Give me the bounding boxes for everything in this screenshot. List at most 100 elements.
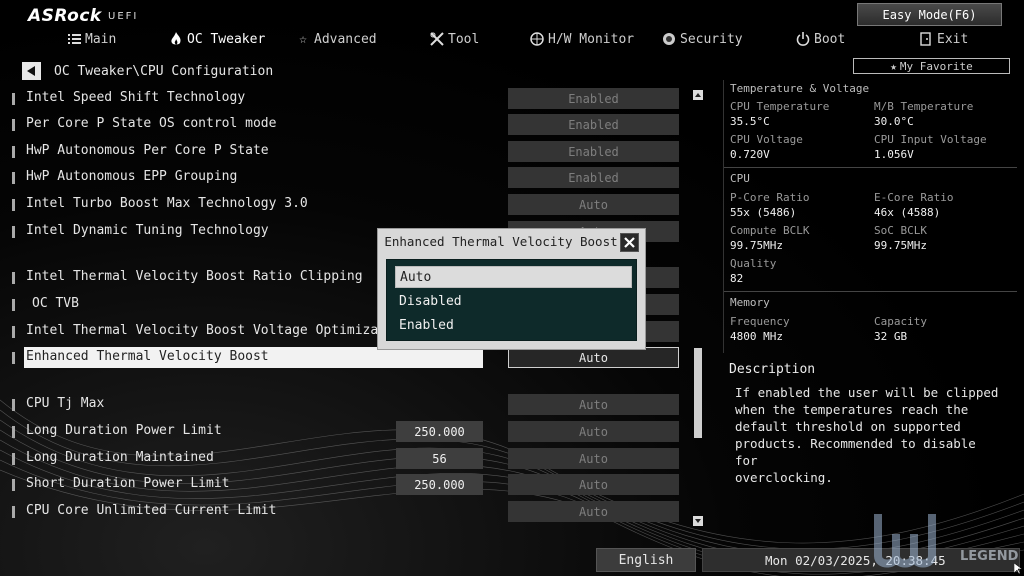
tab-advanced-label: Advanced bbox=[314, 31, 377, 47]
row-marker bbox=[12, 172, 15, 184]
row-marker bbox=[12, 119, 15, 131]
tab-boot-label: Boot bbox=[814, 31, 846, 47]
setting-label: Intel Thermal Velocity Boost Voltage Opt… bbox=[26, 323, 418, 338]
numeric-input[interactable]: 250.000 bbox=[396, 474, 483, 495]
triangle-down-icon bbox=[695, 519, 701, 523]
numeric-input[interactable]: 56 bbox=[396, 448, 483, 469]
triangle-up-icon bbox=[695, 93, 701, 97]
cpu-temp-value: 35.5°C bbox=[730, 115, 770, 128]
row-marker bbox=[12, 479, 15, 491]
setting-label: CPU Core Unlimited Current Limit bbox=[26, 503, 277, 518]
row-marker bbox=[12, 272, 15, 284]
option-list: Auto Disabled Enabled bbox=[386, 259, 637, 341]
brand-logo: ASRock bbox=[28, 6, 102, 26]
scroll-thumb[interactable] bbox=[694, 348, 702, 438]
power-icon bbox=[795, 31, 811, 47]
tab-advanced[interactable]: ☆ Advanced bbox=[295, 31, 377, 47]
tab-security[interactable]: Security bbox=[661, 31, 743, 47]
close-button[interactable] bbox=[620, 233, 639, 252]
tab-oc-tweaker-label: OC Tweaker bbox=[187, 31, 266, 47]
exit-icon bbox=[918, 31, 934, 47]
mouse-cursor-icon bbox=[1014, 563, 1022, 575]
setting-value[interactable]: Auto bbox=[508, 347, 679, 368]
cpu-temp-label: CPU Temperature bbox=[730, 100, 830, 113]
tab-exit-label: Exit bbox=[937, 31, 969, 47]
setting-label: Intel Thermal Velocity Boost Ratio Clipp… bbox=[26, 269, 363, 284]
setting-label: Short Duration Power Limit bbox=[26, 476, 230, 491]
setting-value[interactable]: Auto bbox=[508, 501, 679, 522]
tab-tool-label: Tool bbox=[448, 31, 480, 47]
row-marker bbox=[12, 426, 15, 438]
description-panel: Description If enabled the user will be … bbox=[723, 362, 1016, 542]
setting-row-selected[interactable]: Enhanced Thermal Velocity Boost Auto bbox=[0, 347, 690, 369]
setting-row[interactable]: Long Duration Maintained 56 Auto bbox=[0, 448, 690, 470]
setting-value[interactable]: Enabled bbox=[508, 141, 679, 162]
setting-label: Long Duration Power Limit bbox=[26, 423, 222, 438]
setting-value[interactable]: Auto bbox=[508, 194, 679, 215]
back-button[interactable] bbox=[22, 62, 41, 80]
setting-label: Intel Speed Shift Technology bbox=[26, 90, 246, 105]
setting-row[interactable]: Per Core P State OS control mode Enabled bbox=[0, 114, 690, 136]
setting-label: Long Duration Maintained bbox=[26, 450, 214, 465]
capacity-value: 32 GB bbox=[874, 330, 908, 343]
tab-security-label: Security bbox=[680, 31, 743, 47]
bios-screen: ASRock UEFI Easy Mode(F6) Main OC Tweake… bbox=[0, 0, 1024, 576]
my-favorite-button[interactable]: ★ My Favorite bbox=[853, 58, 1010, 74]
setting-row[interactable]: HwP Autonomous Per Core P State Enabled bbox=[0, 141, 690, 163]
my-favorite-label: My Favorite bbox=[899, 59, 973, 73]
setting-row[interactable]: Short Duration Power Limit 250.000 Auto bbox=[0, 474, 690, 496]
row-marker bbox=[12, 326, 15, 338]
setting-row[interactable]: CPU Tj Max Auto bbox=[0, 394, 690, 416]
option-disabled[interactable]: Disabled bbox=[395, 290, 632, 312]
setting-row[interactable]: Intel Turbo Boost Max Technology 3.0 Aut… bbox=[0, 194, 690, 216]
list-icon bbox=[66, 31, 82, 47]
setting-row[interactable]: HwP Autonomous EPP Grouping Enabled bbox=[0, 167, 690, 189]
cpu-input-voltage-value: 1.056V bbox=[874, 148, 914, 161]
option-enabled[interactable]: Enabled bbox=[395, 314, 632, 336]
setting-row[interactable]: CPU Core Unlimited Current Limit Auto bbox=[0, 501, 690, 523]
option-auto[interactable]: Auto bbox=[395, 266, 632, 288]
capacity-label: Capacity bbox=[874, 315, 927, 328]
popup-title: Enhanced Thermal Velocity Boost bbox=[384, 234, 618, 249]
cpu-voltage-value: 0.720V bbox=[730, 148, 770, 161]
divider bbox=[724, 291, 1017, 292]
tab-hw-monitor[interactable]: H/W Monitor bbox=[529, 31, 634, 47]
tab-exit[interactable]: Exit bbox=[918, 31, 968, 47]
datetime-display: Mon 02/03/2025, 20:38:45 bbox=[702, 548, 1020, 572]
numeric-input[interactable]: 250.000 bbox=[396, 421, 483, 442]
description-title: Description bbox=[729, 362, 816, 377]
row-marker bbox=[12, 352, 15, 364]
setting-value[interactable]: Enabled bbox=[508, 167, 679, 188]
tools-icon bbox=[429, 31, 445, 47]
setting-value[interactable]: Enabled bbox=[508, 114, 679, 135]
setting-row[interactable]: Long Duration Power Limit 250.000 Auto bbox=[0, 421, 690, 443]
row-marker bbox=[12, 226, 15, 238]
mb-temp-value: 30.0°C bbox=[874, 115, 914, 128]
easy-mode-button[interactable]: Easy Mode(F6) bbox=[857, 3, 1002, 26]
tab-tool[interactable]: Tool bbox=[429, 31, 479, 47]
setting-value[interactable]: Enabled bbox=[508, 88, 679, 109]
scrollbar[interactable] bbox=[693, 90, 703, 526]
pcore-ratio-label: P-Core Ratio bbox=[730, 191, 810, 204]
language-button[interactable]: English bbox=[596, 548, 696, 572]
memory-title: Memory bbox=[730, 296, 770, 309]
soc-bclk-label: SoC BCLK bbox=[874, 224, 927, 237]
cpu-title: CPU bbox=[730, 172, 750, 185]
setting-row[interactable]: Intel Speed Shift Technology Enabled bbox=[0, 88, 690, 110]
datetime-text: Mon 02/03/2025, 20:38:45 bbox=[765, 553, 946, 568]
tab-main[interactable]: Main bbox=[66, 31, 116, 47]
tab-oc-tweaker[interactable]: OC Tweaker bbox=[168, 31, 265, 47]
divider bbox=[724, 167, 1017, 168]
row-marker bbox=[12, 453, 15, 465]
scroll-up-button[interactable] bbox=[693, 90, 703, 100]
setting-value[interactable]: Auto bbox=[508, 394, 679, 415]
setting-value[interactable]: Auto bbox=[508, 421, 679, 442]
setting-value[interactable]: Auto bbox=[508, 474, 679, 495]
setting-value[interactable]: Auto bbox=[508, 448, 679, 469]
description-text: If enabled the user will be clipped when… bbox=[735, 385, 999, 485]
scroll-down-button[interactable] bbox=[693, 516, 703, 526]
row-marker bbox=[12, 146, 15, 158]
frequency-label: Frequency bbox=[730, 315, 790, 328]
tab-boot[interactable]: Boot bbox=[795, 31, 845, 47]
quality-label: Quality bbox=[730, 257, 777, 270]
